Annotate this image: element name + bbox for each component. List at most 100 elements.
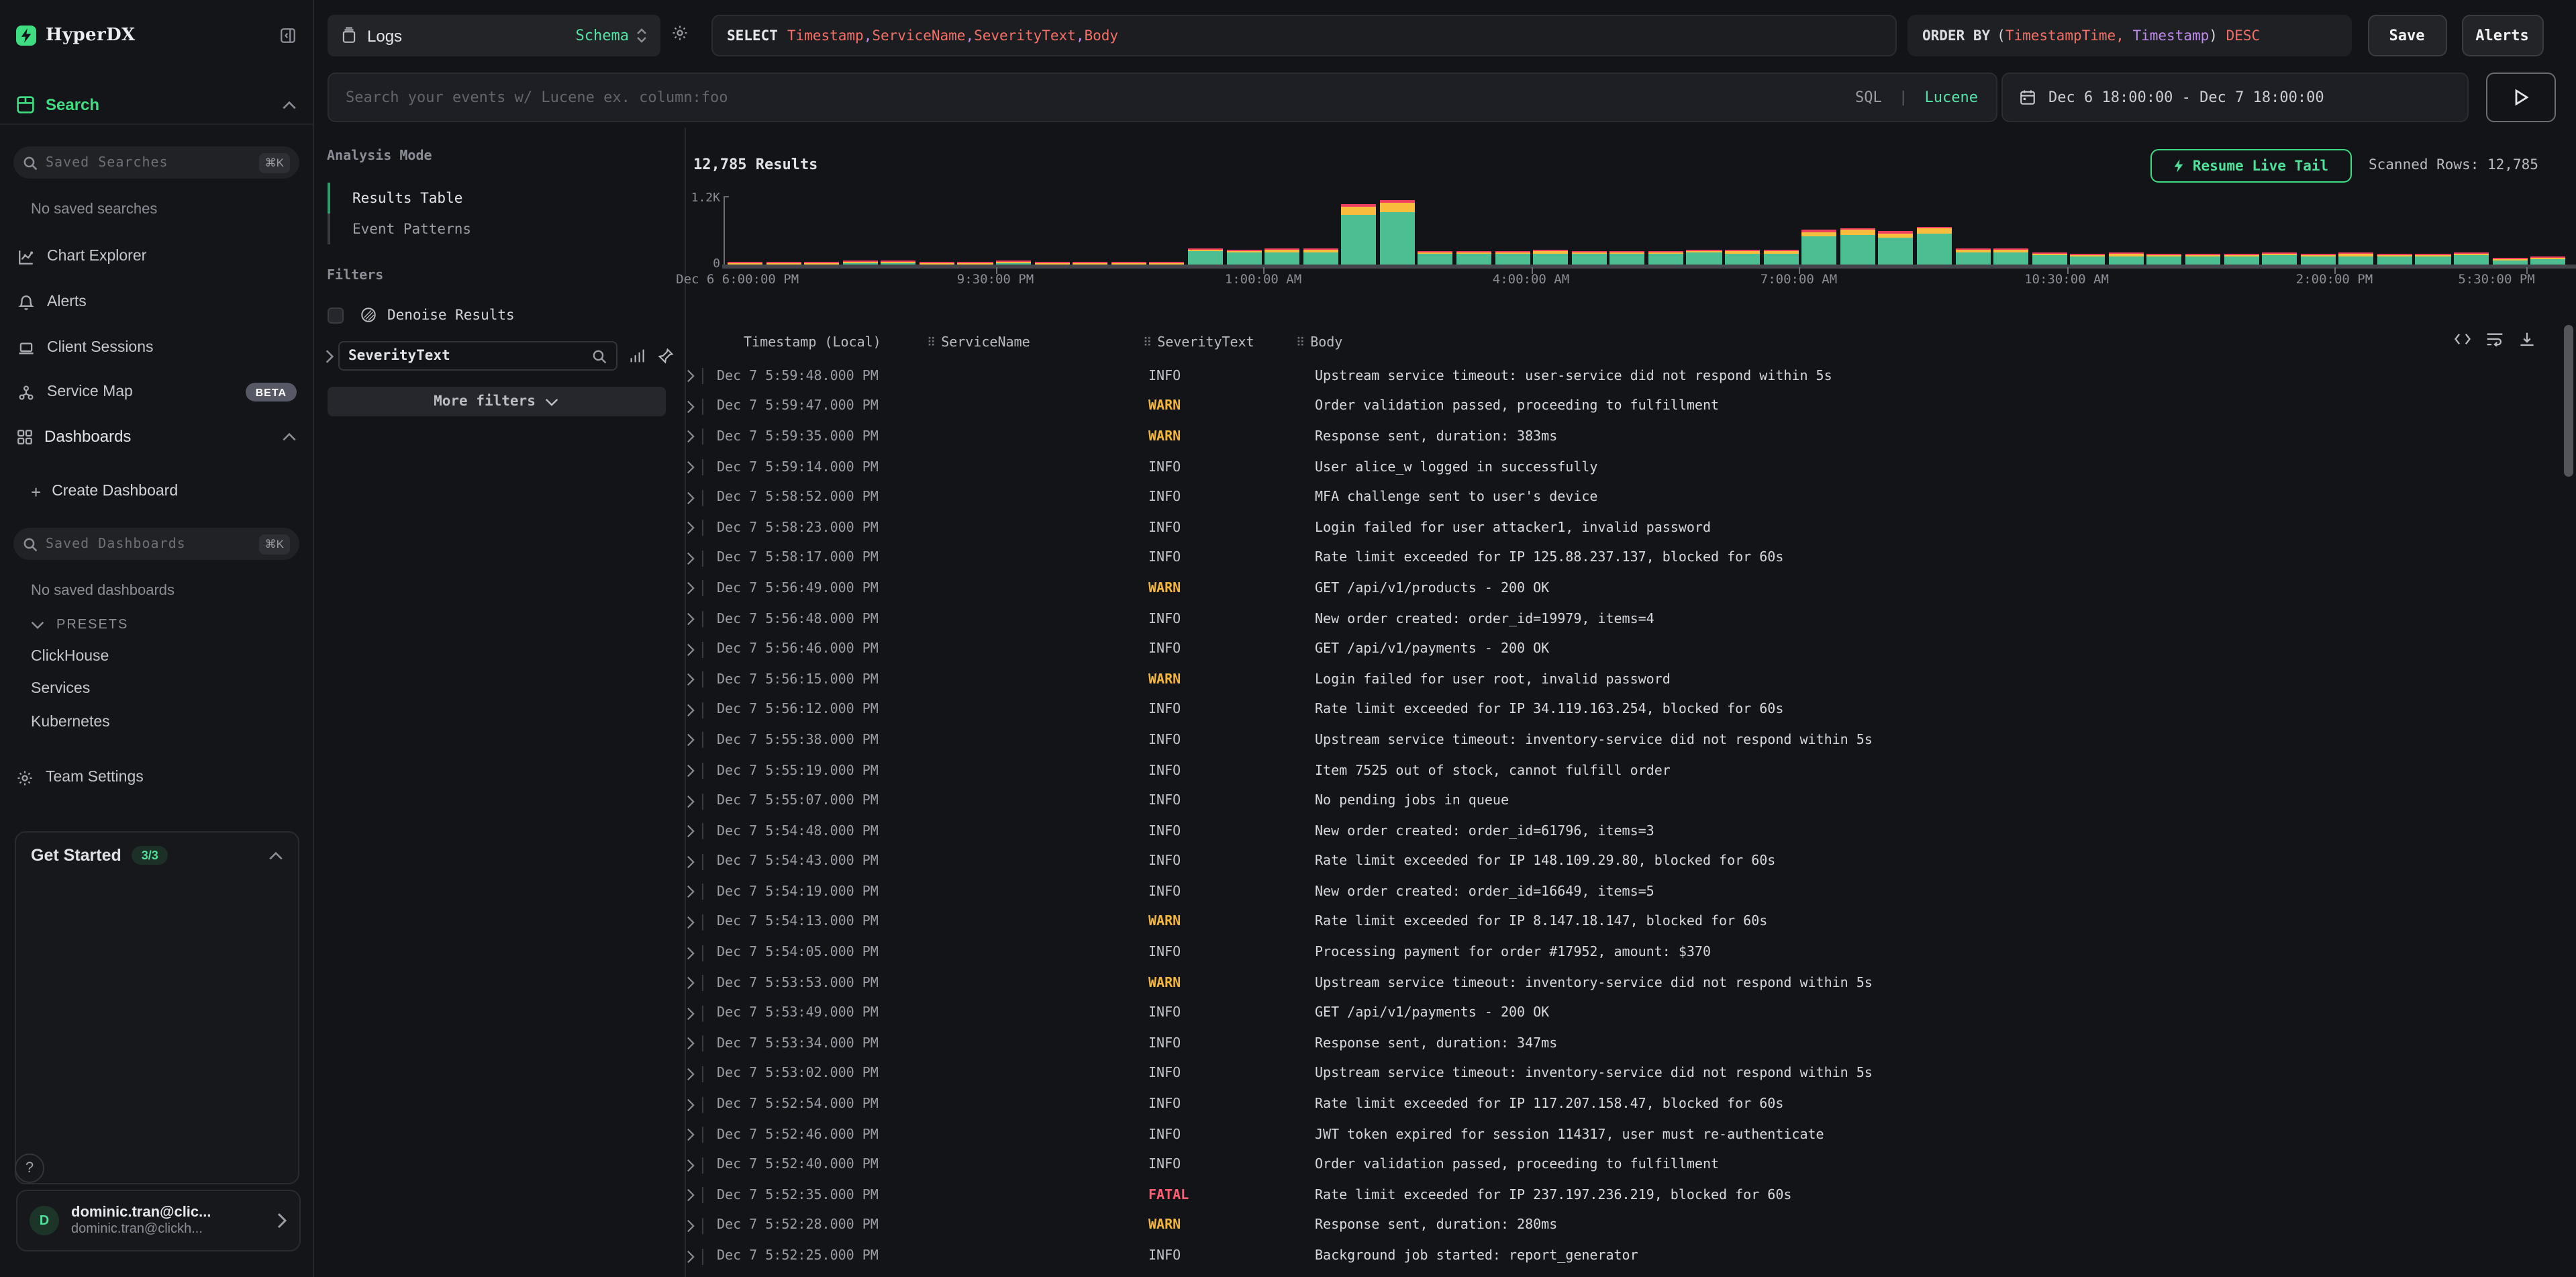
histogram-bar[interactable] [1725, 250, 1760, 265]
histogram-bar[interactable] [1188, 248, 1223, 265]
table-row[interactable]: Dec 7 5:52:54.000 PMINFORate limit excee… [685, 1090, 2557, 1120]
source-selector[interactable]: Logs Schema [327, 15, 660, 56]
table-row[interactable]: Dec 7 5:56:12.000 PMINFORate limit excee… [685, 695, 2557, 725]
query-language-toggle[interactable]: SQL | Lucene [1855, 89, 1978, 106]
expand-row-chevron-icon[interactable] [685, 732, 712, 749]
drag-handle-icon[interactable]: ⠿ [1296, 336, 1305, 350]
table-row[interactable]: Dec 7 5:59:47.000 PMWARNOrder validation… [685, 391, 2557, 422]
histogram-bar[interactable] [2070, 254, 2105, 265]
histogram-bar[interactable] [2416, 253, 2450, 265]
histogram-bar[interactable] [1456, 250, 1491, 265]
histogram-bar[interactable] [2147, 253, 2182, 265]
histogram-bar[interactable] [1265, 248, 1299, 265]
histogram-bar[interactable] [1763, 250, 1798, 265]
column-header-servicename[interactable]: ⠿ ServiceName [927, 336, 1143, 350]
expand-row-chevron-icon[interactable] [685, 884, 712, 900]
table-row[interactable]: Dec 7 5:59:35.000 PMWARNResponse sent, d… [685, 422, 2557, 452]
histogram-bar[interactable] [1993, 249, 2028, 265]
column-header-body[interactable]: ⠿ Body [1296, 336, 2557, 350]
table-row[interactable]: Dec 7 5:54:48.000 PMINFONew order create… [685, 816, 2557, 847]
expand-row-chevron-icon[interactable] [685, 945, 712, 961]
drag-handle-icon[interactable]: ⠿ [927, 336, 936, 350]
column-header-severitytext[interactable]: ⠿ SeverityText [1143, 336, 1296, 350]
mode-event-patterns[interactable]: Event Patterns [327, 214, 665, 244]
table-row[interactable]: Dec 7 5:52:28.000 PMWARNResponse sent, d… [685, 1211, 2557, 1241]
table-row[interactable]: Dec 7 5:52:25.000 PMINFOBackground job s… [685, 1241, 2557, 1271]
expand-row-chevron-icon[interactable] [685, 702, 712, 718]
sidebar-item-search[interactable]: Search [0, 91, 312, 118]
expand-row-chevron-icon[interactable] [685, 641, 712, 657]
expand-row-chevron-icon[interactable] [685, 520, 712, 536]
table-row[interactable]: Dec 7 5:59:48.000 PMINFOUpstream service… [685, 361, 2557, 391]
histogram-bar[interactable] [2454, 252, 2489, 265]
histogram-bar[interactable] [2185, 253, 2220, 265]
expand-row-chevron-icon[interactable] [685, 793, 712, 809]
expand-row-chevron-icon[interactable] [685, 489, 712, 506]
chevron-up-icon[interactable] [281, 100, 296, 109]
histogram-bar[interactable] [1917, 227, 1952, 265]
expand-row-chevron-icon[interactable] [685, 459, 712, 475]
facet-chart-icon[interactable] [629, 348, 645, 364]
expand-row-chevron-icon[interactable] [685, 551, 712, 567]
preset-services[interactable]: Services [0, 677, 312, 701]
histogram-bar[interactable] [1840, 228, 1875, 265]
table-row[interactable]: Dec 7 5:52:40.000 PMINFOOrder validation… [685, 1150, 2557, 1180]
table-row[interactable]: Dec 7 5:56:15.000 PMWARNLogin failed for… [685, 665, 2557, 695]
histogram-bar[interactable] [2032, 252, 2067, 265]
expand-row-chevron-icon[interactable] [685, 611, 712, 627]
expand-row-chevron-icon[interactable] [685, 1066, 712, 1082]
table-row[interactable]: Dec 7 5:53:49.000 PMINFOGET /api/v1/paym… [685, 998, 2557, 1029]
expand-row-chevron-icon[interactable] [685, 975, 712, 991]
code-view-icon[interactable] [2454, 332, 2471, 348]
histogram-bar[interactable] [2492, 258, 2527, 265]
table-row[interactable]: Dec 7 5:52:46.000 PMINFOJWT token expire… [685, 1120, 2557, 1150]
expand-row-chevron-icon[interactable] [685, 399, 712, 415]
histogram-bar[interactable] [1380, 200, 1415, 265]
create-dashboard-button[interactable]: + Create Dashboard [0, 478, 312, 505]
histogram-bar[interactable] [1533, 250, 1568, 265]
histogram-bar[interactable] [2377, 254, 2412, 265]
event-search-input[interactable]: Search your events w/ Lucene ex. column:… [327, 73, 1997, 122]
preset-kubernetes[interactable]: Kubernetes [0, 710, 312, 735]
expand-row-chevron-icon[interactable] [685, 1248, 712, 1264]
run-query-button[interactable] [2486, 73, 2556, 122]
histogram-bar[interactable] [1648, 250, 1683, 265]
user-card[interactable]: D dominic.tran@clic... dominic.tran@clic… [16, 1190, 300, 1251]
chevron-up-icon[interactable] [268, 851, 283, 860]
table-scrollbar[interactable] [2564, 325, 2573, 477]
expand-row-chevron-icon[interactable] [685, 914, 712, 931]
histogram-bar[interactable] [1226, 249, 1261, 265]
table-row[interactable]: Dec 7 5:52:35.000 PMFATALRate limit exce… [685, 1180, 2557, 1211]
histogram-bar[interactable] [2339, 253, 2374, 265]
preset-clickhouse[interactable]: ClickHouse [0, 645, 312, 669]
histogram-bar[interactable] [1687, 250, 1722, 265]
histogram-bar[interactable] [2109, 253, 2144, 265]
table-row[interactable]: Dec 7 5:58:23.000 PMINFOLogin failed for… [685, 513, 2557, 543]
histogram-bar[interactable] [1571, 250, 1606, 265]
table-row[interactable]: Dec 7 5:54:05.000 PMINFOProcessing payme… [685, 938, 2557, 968]
saved-searches-input[interactable]: Saved Searches ⌘K [13, 146, 299, 179]
histogram-bar[interactable] [1879, 232, 1914, 265]
table-row[interactable]: Dec 7 5:54:13.000 PMWARNRate limit excee… [685, 907, 2557, 937]
chevron-up-icon[interactable] [281, 432, 296, 441]
denoise-checkbox[interactable] [327, 307, 343, 323]
table-row[interactable]: Dec 7 5:54:43.000 PMINFORate limit excee… [685, 847, 2557, 877]
mode-results-table[interactable]: Results Table [327, 183, 665, 214]
select-query-input[interactable]: SELECT Timestamp,ServiceName,SeverityTex… [711, 15, 1896, 56]
alerts-button[interactable]: Alerts [2461, 15, 2543, 56]
wrap-lines-icon[interactable] [2486, 332, 2504, 348]
column-header-timestamp[interactable]: Timestamp (Local) [712, 336, 927, 350]
severity-facet-search[interactable]: SeverityText [338, 341, 617, 371]
table-row[interactable]: Dec 7 5:55:38.000 PMINFOUpstream service… [685, 725, 2557, 755]
table-row[interactable]: Dec 7 5:58:17.000 PMINFORate limit excee… [685, 543, 2557, 573]
sidebar-item-service-map[interactable]: Service Map BETA [0, 373, 312, 411]
expand-row-chevron-icon[interactable] [685, 1036, 712, 1052]
table-row[interactable]: Dec 7 5:53:34.000 PMINFOResponse sent, d… [685, 1029, 2557, 1059]
expand-row-chevron-icon[interactable] [685, 823, 712, 839]
expand-row-chevron-icon[interactable] [685, 854, 712, 870]
help-button[interactable]: ? [15, 1153, 44, 1183]
sidebar-item-dashboards[interactable]: Dashboards [0, 418, 312, 455]
sidebar-item-client-sessions[interactable]: Client Sessions [0, 329, 312, 367]
histogram-bar[interactable] [1495, 251, 1530, 265]
sql-option[interactable]: SQL [1855, 89, 1882, 106]
